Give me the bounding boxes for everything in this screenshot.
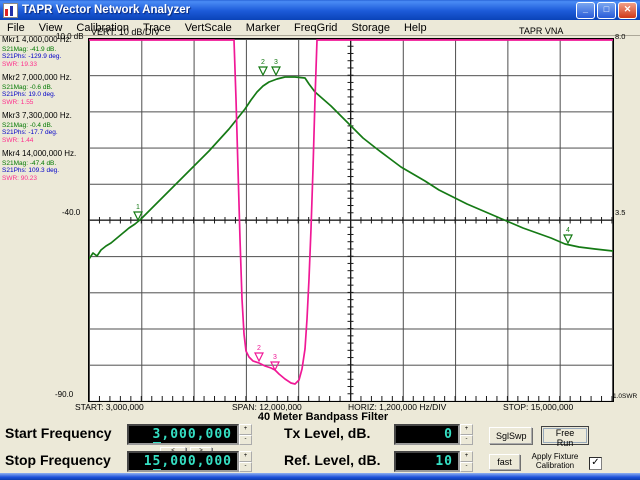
ref-level-down-button[interactable]: -: [460, 462, 473, 473]
title-bar[interactable]: TAPR Vector Network Analyzer _ □ ✕: [0, 0, 640, 20]
plot-area[interactable]: 1 2 3 4 2 3: [88, 38, 614, 402]
marker-swr: SWR: 1.44: [2, 137, 88, 145]
marker-name: Mkr2 7,000,000 Hz.: [2, 74, 88, 82]
svg-text:3: 3: [273, 354, 277, 361]
ref-level-field[interactable]: 10: [394, 451, 460, 472]
right-axis-bottom-label: 1.0SWR: [613, 393, 637, 400]
marker-swr: SWR: 19.33: [2, 61, 88, 69]
stop-frequency-stepper: + -: [239, 451, 252, 472]
stop-frequency-field[interactable]: 15,000,000: [127, 451, 239, 472]
ref-level-up-button[interactable]: +: [460, 451, 473, 462]
marker-s21mag: S21Mag: -0.4 dB.: [2, 122, 88, 130]
tx-level-up-button[interactable]: +: [460, 424, 473, 435]
left-axis-bottom-label: -90.0: [55, 390, 73, 399]
marker-name: Mkr4 14,000,000 Hz.: [2, 150, 88, 158]
marker-s21phs: S21Phs: 109.3 deg.: [2, 167, 88, 175]
marker-name: Mkr3 7,300,000 Hz.: [2, 112, 88, 120]
marker-s21phs: S21Phs: -17.7 deg.: [2, 129, 88, 137]
start-frequency-stepper: + -: [239, 424, 252, 445]
marker-s21mag: S21Mag: -47.4 dB.: [2, 160, 88, 168]
start-frequency-label: Start Frequency: [5, 425, 112, 441]
tx-level-down-button[interactable]: -: [460, 435, 473, 446]
marker-readout-4: Mkr4 14,000,000 Hz. S21Mag: -47.4 dB.S21P…: [2, 150, 88, 182]
menu-item-help[interactable]: Help: [397, 22, 434, 34]
menu-item-vertscale[interactable]: VertScale: [178, 22, 239, 34]
menu-item-freqgrid[interactable]: FreqGrid: [287, 22, 344, 34]
tx-level-label: Tx Level, dB.: [284, 425, 370, 441]
free-run-button[interactable]: Free Run: [541, 426, 589, 445]
app-window: TAPR Vector Network Analyzer _ □ ✕ File V…: [0, 0, 640, 480]
svg-text:1: 1: [136, 204, 140, 211]
start-frequency-up-button[interactable]: +: [239, 424, 252, 435]
close-icon[interactable]: ✕: [618, 2, 637, 19]
marker-readout-2: Mkr2 7,000,000 Hz. S21Mag: -0.6 dB.S21Phs…: [2, 74, 88, 106]
single-sweep-button[interactable]: SglSwp: [489, 427, 532, 444]
maximize-icon[interactable]: □: [597, 2, 616, 19]
right-axis-top-label: 8.0: [615, 32, 625, 41]
trace-canvas: 1 2 3 4 2 3: [89, 39, 613, 401]
menu-item-marker[interactable]: Marker: [239, 22, 287, 34]
marker-swr: SWR: 90.23: [2, 175, 88, 183]
left-axis-mid-label: -40.0: [62, 208, 80, 217]
svg-text:3: 3: [274, 59, 278, 66]
svg-text:4: 4: [566, 227, 570, 234]
marker-readout-3: Mkr3 7,300,000 Hz. S21Mag: -0.4 dB.S21Phs…: [2, 112, 88, 144]
minimize-icon[interactable]: _: [576, 2, 595, 19]
left-axis-top-label: 10.0 dB: [56, 32, 84, 41]
tx-level-field[interactable]: 0: [394, 424, 460, 445]
ref-level-stepper: + -: [460, 451, 473, 472]
svg-text:2: 2: [257, 345, 261, 352]
vertical-scale-label: VERT: 10 dB/DIV: [91, 27, 160, 37]
marker-s21phs: S21Phs: 19.0 deg.: [2, 91, 88, 99]
right-axis-mid-label: 3.5: [615, 208, 625, 217]
marker-swr: SWR: 1.55: [2, 99, 88, 107]
marker-s21phs: S21Phs: -129.9 deg.: [2, 53, 88, 61]
window-title: TAPR Vector Network Analyzer: [22, 4, 576, 16]
window-bottom-border: [0, 473, 640, 480]
app-icon: [3, 3, 18, 18]
apply-fixture-calibration-checkbox[interactable]: ✓: [589, 457, 602, 470]
start-frequency-down-button[interactable]: -: [239, 435, 252, 446]
marker-s21mag: S21Mag: -0.6 dB.: [2, 84, 88, 92]
stop-frequency-label: Stop Frequency: [5, 452, 111, 468]
menu-item-storage[interactable]: Storage: [344, 22, 397, 34]
svg-text:2: 2: [261, 59, 265, 66]
marker-s21mag: S21Mag: -41.9 dB.: [2, 46, 88, 54]
brand-label: TAPR VNA: [519, 26, 563, 36]
tx-level-stepper: + -: [460, 424, 473, 445]
fast-button[interactable]: fast: [489, 454, 520, 470]
stop-frequency-down-button[interactable]: -: [239, 462, 252, 473]
menu-item-file[interactable]: File: [0, 22, 32, 34]
graph-title: 40 Meter Bandpass Filter: [88, 411, 558, 423]
ref-level-label: Ref. Level, dB.: [284, 452, 380, 468]
marker-readout-panel: Mkr1 4,000,000 Hz.S21Mag: -41.9 dB.S21Ph…: [2, 36, 88, 188]
stop-frequency-up-button[interactable]: +: [239, 451, 252, 462]
start-frequency-field[interactable]: 3,000,000: [127, 424, 239, 445]
apply-fixture-calibration-label: Apply Fixture Calibration: [524, 453, 586, 470]
